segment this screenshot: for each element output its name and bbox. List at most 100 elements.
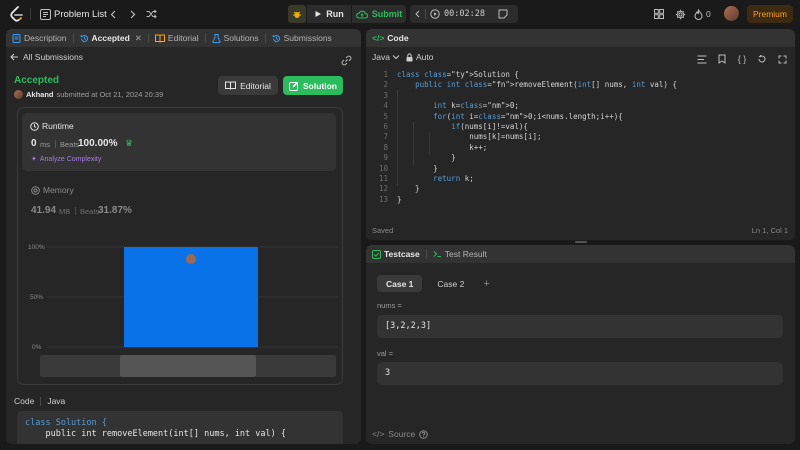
maximize-icon[interactable] [773, 50, 791, 68]
code-editor[interactable]: 1 class class="ty">Solution {2 public int… [366, 70, 795, 215]
layout-grid-icon[interactable] [650, 5, 668, 23]
memory-beats-value: 31.87% [98, 205, 132, 216]
format-icon[interactable] [693, 50, 711, 68]
memory-unit: MB [59, 207, 71, 216]
tab-testcase-label: Testcase [384, 249, 420, 259]
input-field-val[interactable]: 3 [377, 362, 783, 385]
debug-button[interactable] [288, 5, 306, 23]
indent-guide [413, 121, 414, 166]
tab-test-result[interactable]: Test Result [427, 245, 493, 263]
tab-solutions[interactable]: Solutions [206, 29, 265, 47]
code-line-text: nums[k]=nums[i]; [397, 132, 542, 142]
help-icon[interactable] [419, 429, 429, 439]
submitted-timestamp: submitted at Oct 21, 2024 20:39 [56, 90, 164, 99]
tab-editorial[interactable]: Editorial [149, 29, 205, 47]
add-case-icon[interactable]: + [479, 278, 489, 290]
submission-panel: Description Accepted ✕ Editorial Solutio… [6, 29, 361, 444]
lock-icon [406, 52, 413, 61]
run-button[interactable]: Run [307, 5, 351, 23]
checkbox-icon [372, 249, 381, 259]
tab-solutions-label: Solutions [223, 33, 259, 43]
user-avatar[interactable] [724, 6, 739, 21]
tab-code[interactable]: </> Code [366, 29, 415, 47]
timer-divider [425, 9, 426, 19]
runtime-card[interactable]: Runtime 0 ms Beats 100.00% ♛ ✦ Analyze C… [22, 113, 336, 171]
editorial-button[interactable]: Editorial [218, 76, 278, 95]
chevron-left-icon[interactable] [414, 10, 421, 18]
source-link[interactable]: </> Source [372, 429, 429, 439]
code-line-text: int k=class="nm">0; [433, 101, 519, 111]
reset-icon[interactable] [753, 50, 771, 68]
y-tick-label: 0% [32, 344, 42, 351]
submit-button[interactable]: Submit [352, 5, 406, 23]
code-line-text: class class="ty">Solution { [397, 70, 519, 79]
edit-icon [289, 81, 299, 91]
premium-button[interactable]: Premium [747, 5, 793, 23]
bar-user-avatar [186, 254, 196, 264]
submitter-line: Akhand submitted at Oct 21, 2024 20:39 [14, 90, 163, 99]
close-icon[interactable]: ✕ [135, 33, 142, 44]
input-field-nums[interactable]: [3,2,2,3] [377, 315, 783, 338]
braces-icon[interactable]: { } [733, 50, 751, 68]
tab-accepted[interactable]: Accepted ✕ [74, 29, 148, 47]
timer-play-icon[interactable] [430, 9, 440, 19]
line-number: 10 [378, 163, 388, 173]
problem-list-label[interactable]: Problem List [54, 9, 107, 20]
submitter-name[interactable]: Akhand [26, 90, 54, 99]
code-line-text: for(int i=class="nm">0;i<nums.length;i++… [433, 111, 623, 121]
solution-button-label: Solution [303, 80, 337, 91]
code-line-text: if(nums[i]!=val){ [451, 122, 528, 131]
streak-counter[interactable]: 0 [694, 5, 711, 23]
notes-icon[interactable] [494, 5, 512, 23]
line-number: 9 [383, 153, 388, 163]
flask-icon [211, 33, 221, 43]
cloud-upload-icon [355, 10, 368, 19]
line-number: 7 [383, 132, 388, 142]
tab-test-result-label: Test Result [444, 249, 487, 259]
tab-submissions-label: Submissions [283, 33, 332, 43]
runtime-beats-label: Beats [60, 140, 80, 149]
shuffle-icon[interactable] [142, 5, 160, 23]
history-icon [80, 34, 88, 42]
all-submissions-link[interactable]: All Submissions [10, 52, 83, 62]
runtime-title-label: Runtime [42, 121, 74, 131]
left-tab-bar: Description Accepted ✕ Editorial Solutio… [6, 29, 361, 47]
code-editor-panel: </> Code Java Auto { } 1 class class="ty"… [366, 29, 795, 240]
top-bar: Problem List Run Submit 00:02:28 0 Premi… [0, 0, 800, 28]
crown-icon: ♛ [125, 138, 134, 148]
submitter-avatar[interactable] [14, 90, 23, 99]
leetcode-logo-icon[interactable] [8, 5, 26, 23]
code-line-text: } [397, 153, 456, 163]
link-icon[interactable] [337, 51, 355, 69]
case-tab-2[interactable]: Case 2 [428, 275, 473, 292]
tab-description[interactable]: Description [6, 29, 73, 47]
memory-title[interactable]: Memory [31, 185, 74, 195]
runtime-title: Runtime [30, 121, 74, 131]
auto-mode-toggle[interactable]: Auto [406, 52, 434, 62]
line-number: 3 [383, 90, 388, 100]
chevron-right-icon[interactable] [123, 5, 141, 23]
problem-list-icon[interactable] [36, 5, 54, 23]
case-tab-1[interactable]: Case 1 [377, 275, 423, 292]
chart-range-thumb[interactable] [120, 355, 256, 377]
bookmark-icon[interactable] [713, 50, 731, 68]
tab-testcase[interactable]: Testcase [366, 245, 426, 263]
tab-submissions[interactable]: Submissions [266, 29, 338, 47]
language-select[interactable]: Java [372, 52, 400, 62]
flame-icon [694, 8, 703, 20]
solution-button[interactable]: Solution [283, 76, 343, 95]
code-preview[interactable]: class Solution { public int removeElemen… [17, 411, 343, 444]
play-icon [315, 11, 322, 17]
tab-accepted-label: Accepted [91, 33, 130, 43]
line-number: 1 [383, 70, 388, 79]
panel-resize-handle[interactable] [575, 241, 587, 243]
tab-code-label: Code [387, 33, 409, 43]
analyze-complexity-link[interactable]: ✦ Analyze Complexity [31, 155, 101, 164]
terminal-icon [433, 251, 441, 257]
indent-guide [429, 132, 430, 155]
chevron-left-icon[interactable] [104, 5, 122, 23]
gear-icon[interactable] [671, 5, 689, 23]
case-tabs: Case 1 Case 2 + [377, 275, 490, 292]
line-number: 13 [378, 194, 388, 204]
runtime-unit: ms [40, 140, 50, 149]
